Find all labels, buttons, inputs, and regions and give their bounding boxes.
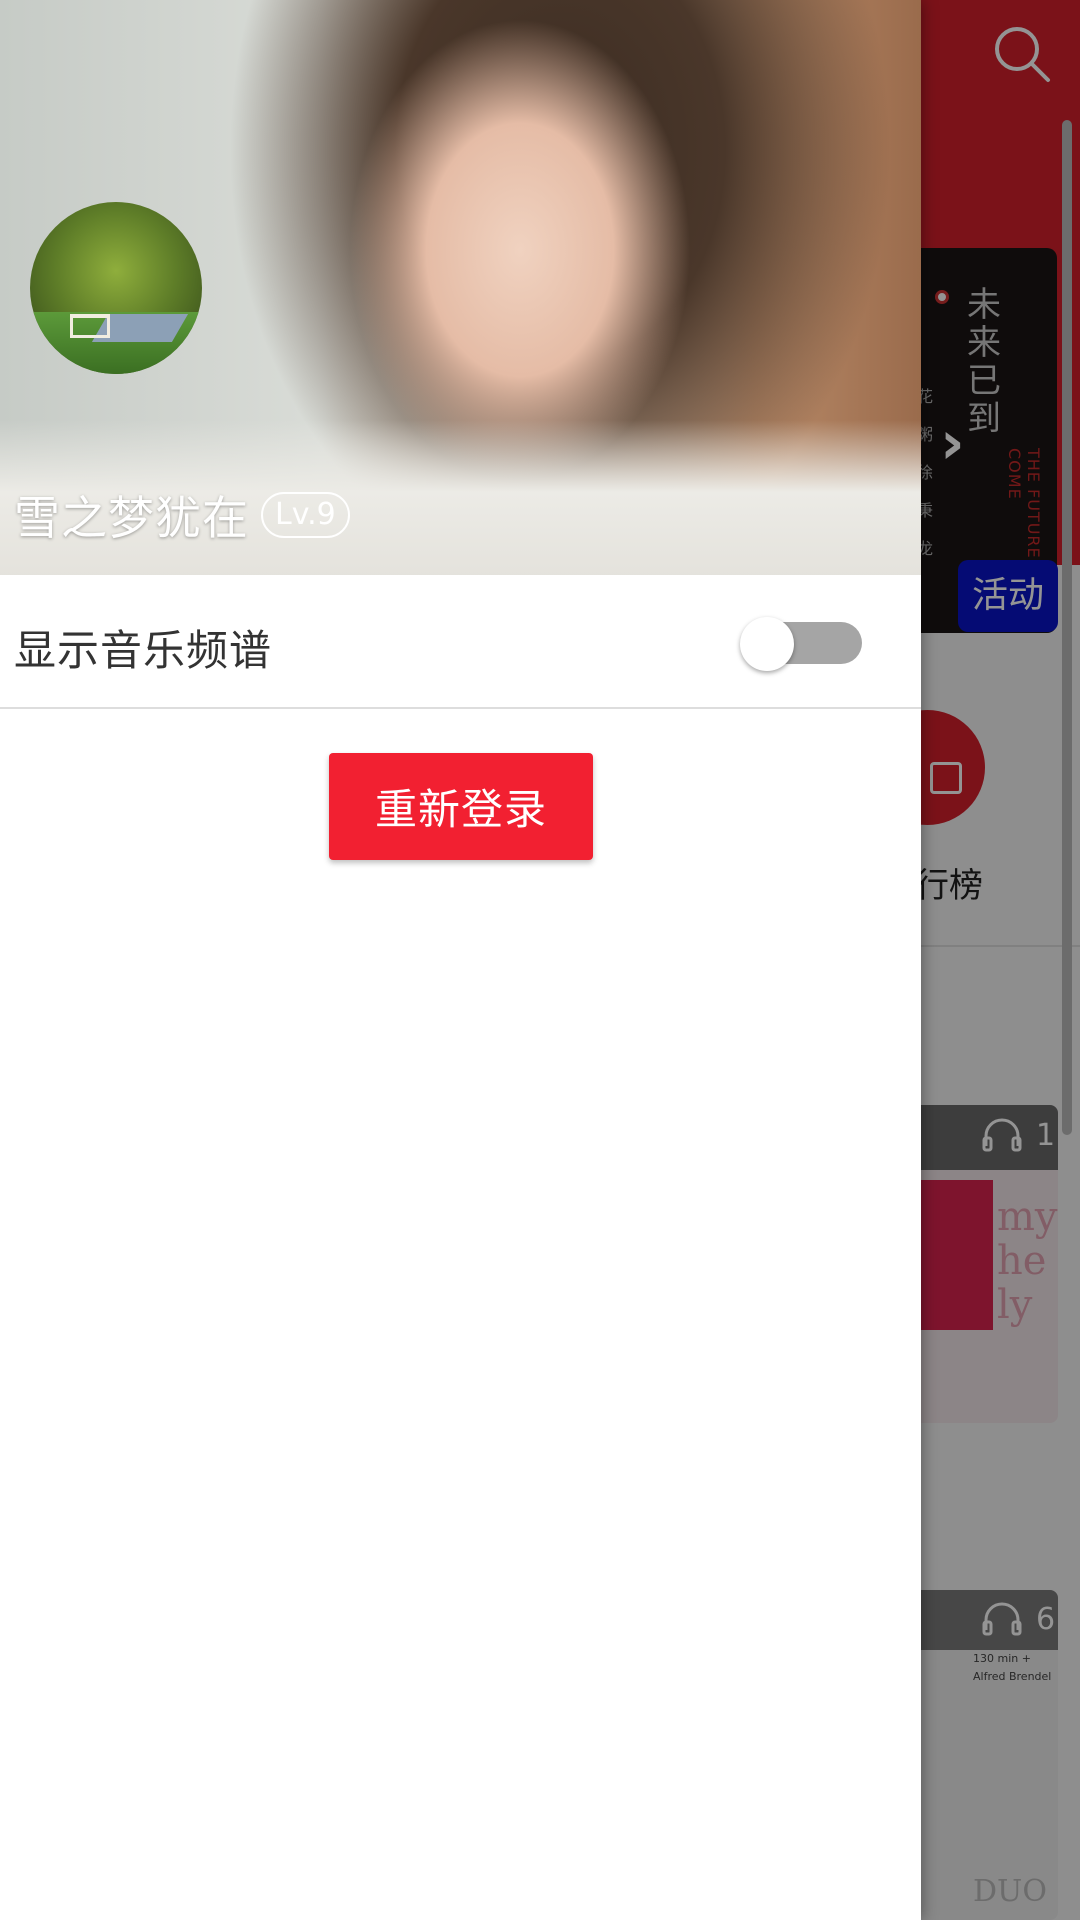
spectrum-setting-row: 显示音乐频谱 — [0, 577, 921, 709]
avatar-fence — [70, 314, 110, 338]
profile-header-image: 雪之梦犹在 Lv.9 — [0, 0, 921, 575]
level-badge: Lv.9 — [261, 492, 350, 538]
spectrum-toggle[interactable] — [740, 617, 862, 671]
username: 雪之梦犹在 — [14, 491, 249, 545]
spectrum-label: 显示音乐频谱 — [14, 626, 273, 675]
navigation-drawer: 雪之梦犹在 Lv.9 显示音乐频谱 重新登录 — [0, 0, 921, 1920]
username-row: 雪之梦犹在 Lv.9 — [14, 482, 350, 548]
avatar[interactable] — [30, 202, 202, 374]
relogin-button[interactable]: 重新登录 — [329, 753, 593, 860]
toggle-knob — [740, 617, 794, 671]
